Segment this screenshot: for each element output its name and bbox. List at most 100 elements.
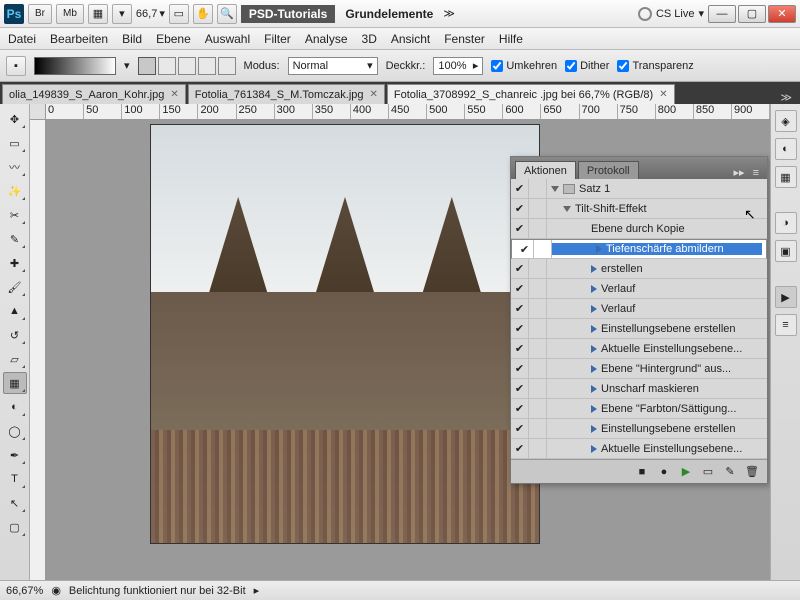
close-icon[interactable]: ✕ [170,89,178,100]
color-icon[interactable]: ◐ [775,138,797,160]
menu-3d[interactable]: 3D [362,32,377,46]
action-row[interactable]: ✔Tiefenschärfe abmildern [511,239,767,259]
crop-tool[interactable]: ✂ [3,204,27,226]
action-row[interactable]: ✔Ebene durch Kopie [511,219,767,239]
record-icon[interactable]: ● [657,465,671,479]
history-dock-icon[interactable]: ≡ [775,314,797,336]
marquee-tool[interactable]: ▭ [3,132,27,154]
diamond-gradient-icon[interactable] [218,57,236,75]
actions-panel: Aktionen Protokoll ▸▸ ≡ ✔Satz 1✔Tilt-Shi… [510,156,768,484]
canvas-area[interactable]: 0501001502002503003504004505005506006507… [30,104,770,580]
modus-select[interactable]: Normal▾ [288,57,378,75]
linear-gradient-icon[interactable] [138,57,156,75]
deck-field[interactable]: 100%▸ [433,57,483,75]
new-set-icon[interactable]: ▭ [701,465,715,479]
pen-tool[interactable]: ✒ [3,444,27,466]
doc-tab-active[interactable]: Fotolia_3708992_S_chanreic .jpg bei 66,7… [387,84,675,104]
menu-analyse[interactable]: Analyse [305,32,348,46]
action-row[interactable]: ✔Tilt-Shift-Effekt [511,199,767,219]
lasso-tool[interactable]: 〰 [3,156,27,178]
panel-collapse-icon[interactable]: ▸▸ [730,166,749,179]
action-row[interactable]: ✔Aktuelle Einstellungsebene... [511,339,767,359]
close-icon[interactable]: ✕ [659,89,667,100]
trash-icon[interactable]: 🗑 [745,465,759,479]
menu-fenster[interactable]: Fenster [444,32,485,46]
layout-dd-icon[interactable]: ▾ [112,4,132,24]
stop-icon[interactable]: ■ [635,465,649,479]
screen-icon[interactable]: ▭ [169,4,189,24]
doc-tab[interactable]: Fotolia_761384_S_M.Tomczak.jpg✕ [188,84,385,104]
action-row[interactable]: ✔Aktuelle Einstellungsebene... [511,439,767,459]
styles-icon[interactable]: ▦ [775,166,797,188]
masks-icon[interactable]: ▣ [775,240,797,262]
tab-protokoll[interactable]: Protokoll [578,161,639,179]
action-row[interactable]: ✔Verlauf [511,279,767,299]
preset-label[interactable]: Grundelemente [339,7,439,21]
move-tool[interactable]: ✥ [3,108,27,130]
panel-menu-icon[interactable]: ≡ [749,167,763,179]
minimize-button[interactable]: — [708,5,736,23]
more-icon[interactable]: ≫ [443,7,455,20]
swatches-icon[interactable]: ◈ [775,110,797,132]
action-row[interactable]: ✔erstellen [511,259,767,279]
tab-aktionen[interactable]: Aktionen [515,161,576,179]
transparenz-checkbox[interactable]: Transparenz [617,60,693,72]
play-icon[interactable]: ▶ [679,465,693,479]
blur-tool[interactable]: ◐ [3,396,27,418]
action-row[interactable]: ✔Einstellungsebene erstellen [511,319,767,339]
cslive-button[interactable]: CS Live▾ [638,7,704,21]
umkehren-checkbox[interactable]: Umkehren [491,60,557,72]
gradient-preview[interactable] [34,57,116,75]
path-tool[interactable]: ↖ [3,492,27,514]
angle-gradient-icon[interactable] [178,57,196,75]
reflected-gradient-icon[interactable] [198,57,216,75]
new-action-icon[interactable]: ✎ [723,465,737,479]
dither-checkbox[interactable]: Dither [565,60,609,72]
action-row[interactable]: ✔Ebene "Farbton/Sättigung... [511,399,767,419]
doc-tab[interactable]: olia_149839_S_Aaron_Kohr.jpg✕ [2,84,186,104]
tabs-more-icon[interactable]: ≫ [774,91,798,104]
menu-hilfe[interactable]: Hilfe [499,32,523,46]
action-row[interactable]: ✔Satz 1 [511,179,767,199]
dodge-tool[interactable]: ◯ [3,420,27,442]
adjustments-icon[interactable]: ◑ [775,212,797,234]
stamp-tool[interactable]: ▲ [3,300,27,322]
menu-auswahl[interactable]: Auswahl [205,32,250,46]
action-row[interactable]: ✔Verlauf [511,299,767,319]
wand-tool[interactable]: ✨ [3,180,27,202]
action-row[interactable]: ✔Einstellungsebene erstellen [511,419,767,439]
gradient-tool-icon[interactable]: ▪ [6,56,26,76]
workspace-label[interactable]: PSD-Tutorials [241,5,335,23]
hand-tool-icon[interactable]: ✋ [193,4,213,24]
zoom-status[interactable]: 66,67% [6,585,43,597]
action-row[interactable]: ✔Unscharf maskieren [511,379,767,399]
menu-bearbeiten[interactable]: Bearbeiten [50,32,108,46]
document-image[interactable] [150,124,540,544]
menu-bild[interactable]: Bild [122,32,142,46]
history-brush-tool[interactable]: ↺ [3,324,27,346]
radial-gradient-icon[interactable] [158,57,176,75]
layout-icon[interactable]: ▦ [88,4,108,24]
action-row[interactable]: ✔Ebene "Hintergrund" aus... [511,359,767,379]
bridge-button[interactable]: Br [28,4,52,24]
actions-dock-icon[interactable]: ▶ [775,286,797,308]
close-button[interactable]: ✕ [768,5,796,23]
brush-tool[interactable]: 🖌 [3,276,27,298]
shape-tool[interactable]: ▢ [3,516,27,538]
dd-icon[interactable]: ▾ [124,59,130,72]
gradient-tool[interactable]: ▦ [3,372,27,394]
zoom-dropdown[interactable]: 66,7▾ [136,7,165,20]
menu-ansicht[interactable]: Ansicht [391,32,430,46]
eyedropper-tool[interactable]: ✎ [3,228,27,250]
eraser-tool[interactable]: ▱ [3,348,27,370]
type-tool[interactable]: T [3,468,27,490]
close-icon[interactable]: ✕ [370,89,378,100]
minibridge-button[interactable]: Mb [56,4,84,24]
maximize-button[interactable]: ▢ [738,5,766,23]
heal-tool[interactable]: ✚ [3,252,27,274]
menu-datei[interactable]: Datei [8,32,36,46]
zoom-tool-icon[interactable]: 🔍 [217,4,237,24]
menu-ebene[interactable]: Ebene [156,32,191,46]
status-dd-icon[interactable]: ▸ [254,584,260,597]
menu-filter[interactable]: Filter [264,32,291,46]
